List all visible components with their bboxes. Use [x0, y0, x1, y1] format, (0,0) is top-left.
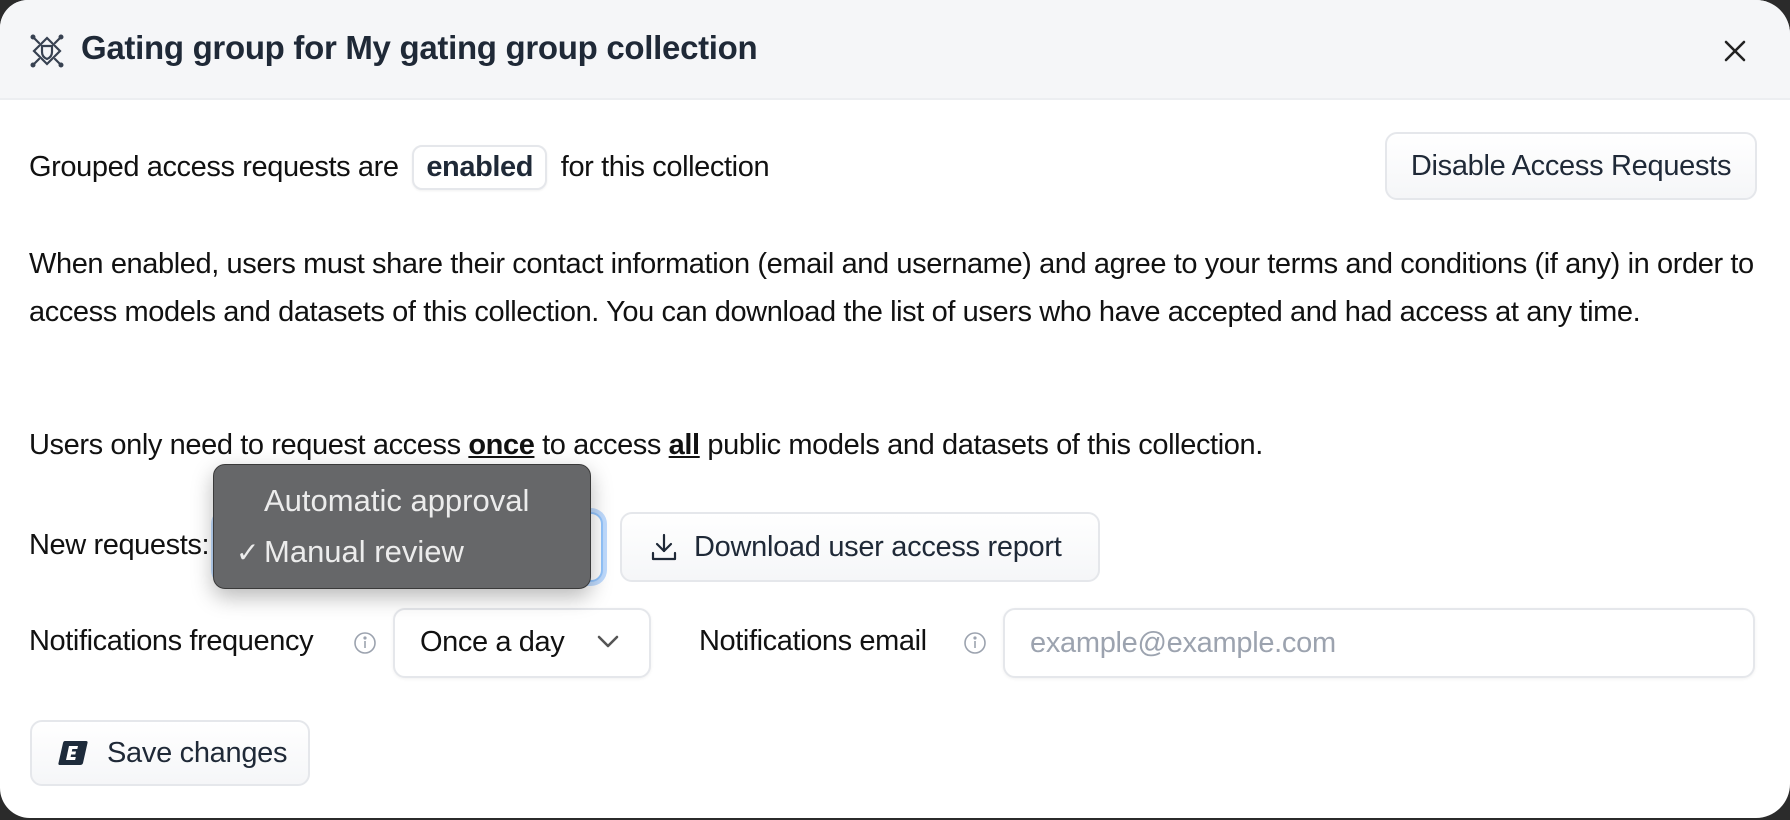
chevron-down-icon: [597, 635, 619, 648]
notifications-email-input[interactable]: [1003, 608, 1755, 678]
option-manual-review[interactable]: ✓ Manual review: [214, 530, 590, 578]
download-icon: [651, 533, 677, 561]
gating-group-dialog: Gating group for My gating group collect…: [0, 0, 1790, 818]
download-report-button[interactable]: Download user access report: [620, 512, 1100, 582]
checkmark-icon: ✓: [236, 537, 260, 568]
option-automatic-approval[interactable]: Automatic approval: [214, 479, 590, 527]
e-logo-icon: [58, 741, 88, 765]
email-info-icon[interactable]: [963, 631, 987, 655]
status-badge: enabled: [412, 145, 548, 190]
option-label: Automatic approval: [264, 483, 530, 518]
status-suffix: for this collection: [560, 151, 770, 183]
notifications-frequency-select[interactable]: Once a day: [393, 608, 651, 678]
dialog-header: Gating group for My gating group collect…: [0, 0, 1790, 100]
once-emphasis: once: [468, 429, 535, 461]
once-line-text: Users only need to request access: [29, 429, 469, 461]
download-button-label: Download user access report: [694, 530, 1062, 563]
gating-shield-icon: [30, 34, 64, 68]
once-line-text: public models and datasets of this colle…: [699, 429, 1263, 461]
new-requests-dropdown-menu: Automatic approval ✓ Manual review: [213, 464, 591, 589]
disable-access-requests-button[interactable]: Disable Access Requests: [1385, 132, 1757, 200]
dialog-title: Gating group for My gating group collect…: [81, 29, 758, 66]
save-changes-button[interactable]: Save changes: [30, 720, 310, 786]
option-label: Manual review: [264, 534, 464, 569]
description-paragraph: When enabled, users must share their con…: [29, 248, 1754, 328]
disable-button-label: Disable Access Requests: [1410, 149, 1732, 182]
all-emphasis: all: [668, 429, 700, 461]
frequency-value: Once a day: [420, 626, 565, 658]
once-line-text: to access: [534, 429, 669, 461]
notifications-email-label: Notifications email: [699, 625, 927, 657]
once-line: Users only need to request access once t…: [29, 429, 1263, 462]
new-requests-label: New requests:: [29, 529, 210, 561]
status-prefix: Grouped access requests are: [29, 151, 399, 183]
frequency-info-icon[interactable]: [353, 631, 377, 655]
close-icon[interactable]: [1718, 34, 1752, 68]
save-button-label: Save changes: [107, 736, 288, 769]
status-line: Grouped access requests are enabled for …: [29, 145, 770, 190]
notifications-frequency-label: Notifications frequency: [29, 625, 314, 657]
